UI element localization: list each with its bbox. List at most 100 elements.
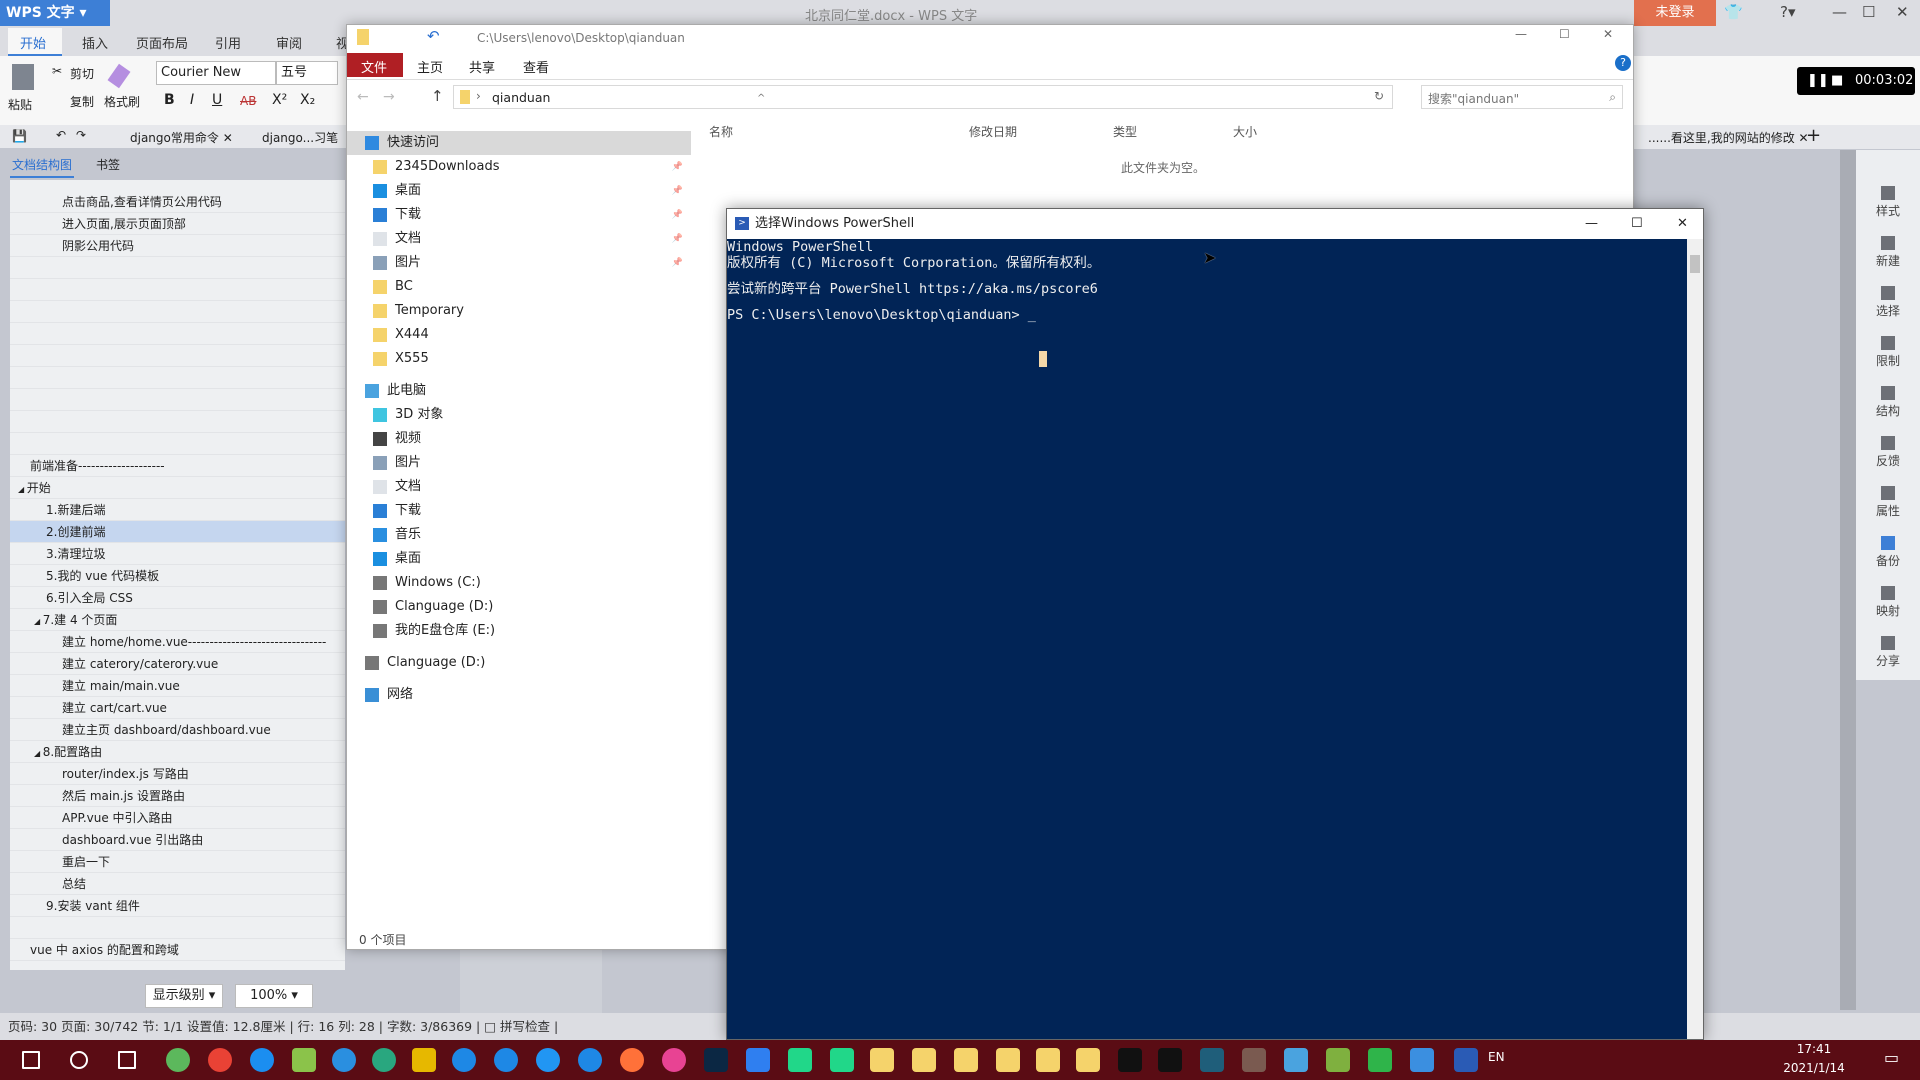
sidebar-button[interactable]: 限制	[1856, 336, 1920, 369]
nav-item[interactable]: Clanguage (D:)	[347, 651, 691, 675]
outline-item[interactable]: 3.清理垃圾	[10, 543, 345, 565]
tab-doc-structure[interactable]: 文档结构图	[12, 156, 72, 173]
outline-item[interactable]: 建立 home/home.vue------------------------…	[10, 631, 345, 653]
outline-item[interactable]: 点击商品,查看详情页公用代码	[10, 191, 345, 213]
outline-item[interactable]: router/index.js 写路由	[10, 763, 345, 785]
font-size-select[interactable]: 五号	[276, 61, 338, 85]
ribbon-tab[interactable]: 引用	[215, 33, 241, 52]
terminal-scrollbar[interactable]	[1687, 239, 1703, 1039]
nav-item[interactable]: 文档	[347, 475, 691, 499]
nav-item[interactable]: 文档 📌	[347, 227, 691, 251]
folder-icon[interactable]	[954, 1048, 978, 1072]
maximize-button[interactable]: ☐	[1631, 209, 1643, 239]
cmd-icon[interactable]	[1118, 1048, 1142, 1072]
folder-icon[interactable]	[1076, 1048, 1100, 1072]
outline-item[interactable]: ◢ 7.建 4 个页面	[10, 609, 345, 631]
pycharm-icon[interactable]	[830, 1048, 854, 1072]
nav-item[interactable]: 3D 对象	[347, 403, 691, 427]
outline-item[interactable]: 6.引入全局 CSS	[10, 587, 345, 609]
ribbon-tab[interactable]: 页面布局	[136, 33, 188, 52]
pin-icon[interactable]: 📌	[672, 203, 683, 227]
pause-icon[interactable]: ❚❚	[1807, 67, 1829, 95]
terminal-app-icon[interactable]	[1200, 1048, 1224, 1072]
undo-icon[interactable]: ↶	[427, 27, 440, 45]
nav-item[interactable]: 2345Downloads 📌	[347, 155, 691, 179]
underline-button[interactable]: U	[212, 92, 222, 108]
italic-button[interactable]: I	[190, 92, 194, 108]
minimize-button[interactable]: —	[1515, 27, 1527, 41]
nav-item[interactable]: Clanguage (D:)	[347, 595, 691, 619]
outline-item[interactable]: 前端准备--------------------	[10, 455, 345, 477]
nav-item[interactable]: 快速访问	[347, 131, 691, 155]
pin-icon[interactable]: 📌	[672, 227, 683, 251]
minimize-button[interactable]: —	[1832, 3, 1847, 21]
outline-item[interactable]: 阴影公用代码	[10, 235, 345, 257]
nav-item[interactable]: Temporary	[347, 299, 691, 323]
close-button[interactable]: ✕	[1603, 27, 1613, 41]
nav-item[interactable]: 视频	[347, 427, 691, 451]
column-date[interactable]: 修改日期	[969, 123, 1017, 140]
column-type[interactable]: 类型	[1113, 123, 1137, 140]
app-grid-icon[interactable]	[412, 1048, 436, 1072]
new-tab-button[interactable]: +	[1806, 125, 1821, 146]
cmd-icon[interactable]	[1158, 1048, 1182, 1072]
strikethrough-button[interactable]: AB	[240, 94, 256, 108]
sidebar-button[interactable]: 备份	[1856, 536, 1920, 569]
redo-icon[interactable]: ↷	[76, 128, 86, 142]
folder-icon[interactable]	[996, 1048, 1020, 1072]
hbuilder-icon[interactable]	[1368, 1048, 1392, 1072]
outline-item[interactable]: 2.创建前端	[10, 521, 345, 543]
ribbon-tab[interactable]: 审阅	[276, 33, 302, 52]
firefox-icon[interactable]	[620, 1048, 644, 1072]
ribbon-tab[interactable]: 插入	[82, 33, 108, 52]
pin-icon[interactable]: 📌	[672, 179, 683, 203]
outline-item[interactable]: 建立主页 dashboard/dashboard.vue	[10, 719, 345, 741]
format-painter-button[interactable]: 格式刷	[104, 93, 140, 110]
file-app-icon[interactable]	[1326, 1048, 1350, 1072]
maximize-button[interactable]: ☐	[1559, 27, 1570, 41]
paste-button[interactable]: 粘贴	[8, 96, 32, 113]
sidebar-button[interactable]: 选择	[1856, 286, 1920, 319]
up-button[interactable]: ↑	[431, 87, 444, 105]
notepad-icon[interactable]	[292, 1048, 316, 1072]
nav-item[interactable]: 图片 📌	[347, 251, 691, 275]
folder-icon[interactable]	[870, 1048, 894, 1072]
sidebar-button[interactable]: 样式	[1856, 186, 1920, 219]
close-button[interactable]: ✕	[1896, 3, 1909, 21]
bold-button[interactable]: B	[164, 92, 175, 108]
nav-item[interactable]: 网络	[347, 683, 691, 707]
outline-item[interactable]: ◢ 开始	[10, 477, 345, 499]
nav-item[interactable]: 下载	[347, 499, 691, 523]
avatar-app-icon[interactable]	[1242, 1048, 1266, 1072]
wps-app-menu[interactable]: WPS 文字 ▾	[0, 0, 110, 26]
wps-icon[interactable]	[746, 1048, 770, 1072]
sidebar-button[interactable]: 分享	[1856, 636, 1920, 669]
media-player-icon[interactable]	[1410, 1048, 1434, 1072]
ribbon-tab-view[interactable]: 查看	[523, 57, 549, 76]
nav-item[interactable]: X444	[347, 323, 691, 347]
ribbon-tab[interactable]: 开始	[20, 33, 46, 52]
remote-app-icon[interactable]	[1284, 1048, 1308, 1072]
ie-icon[interactable]	[452, 1048, 476, 1072]
zoom-dropdown[interactable]: 100% ▾	[235, 984, 313, 1008]
qq-browser-icon[interactable]	[250, 1048, 274, 1072]
superscript-button[interactable]: X²	[272, 92, 287, 108]
maximize-button[interactable]: ☐	[1862, 3, 1875, 21]
clock-date[interactable]: 2021/1/14	[1774, 1061, 1854, 1075]
outline-item[interactable]: 进入页面,展示页面顶部	[10, 213, 345, 235]
column-name[interactable]: 名称	[709, 123, 733, 140]
vscode-icon[interactable]	[332, 1048, 356, 1072]
outline-item[interactable]: 建立 caterory/caterory.vue	[10, 653, 345, 675]
skin-icon[interactable]: 👕	[1724, 3, 1743, 21]
nav-item[interactable]: 我的E盘仓库 (E:)	[347, 619, 691, 643]
edge-icon[interactable]	[494, 1048, 518, 1072]
font-select[interactable]: Courier New	[156, 61, 276, 85]
outline-item[interactable]: 然后 main.js 设置路由	[10, 785, 345, 807]
cut-button[interactable]: 剪切	[70, 65, 94, 82]
outline-item[interactable]: dashboard.vue 引出路由	[10, 829, 345, 851]
outline-item[interactable]: APP.vue 中引入路由	[10, 807, 345, 829]
folder-icon[interactable]	[1036, 1048, 1060, 1072]
close-button[interactable]: ✕	[1677, 209, 1688, 239]
ribbon-tab-file[interactable]: 文件	[361, 57, 387, 76]
ribbon-tab-home[interactable]: 主页	[417, 57, 443, 76]
